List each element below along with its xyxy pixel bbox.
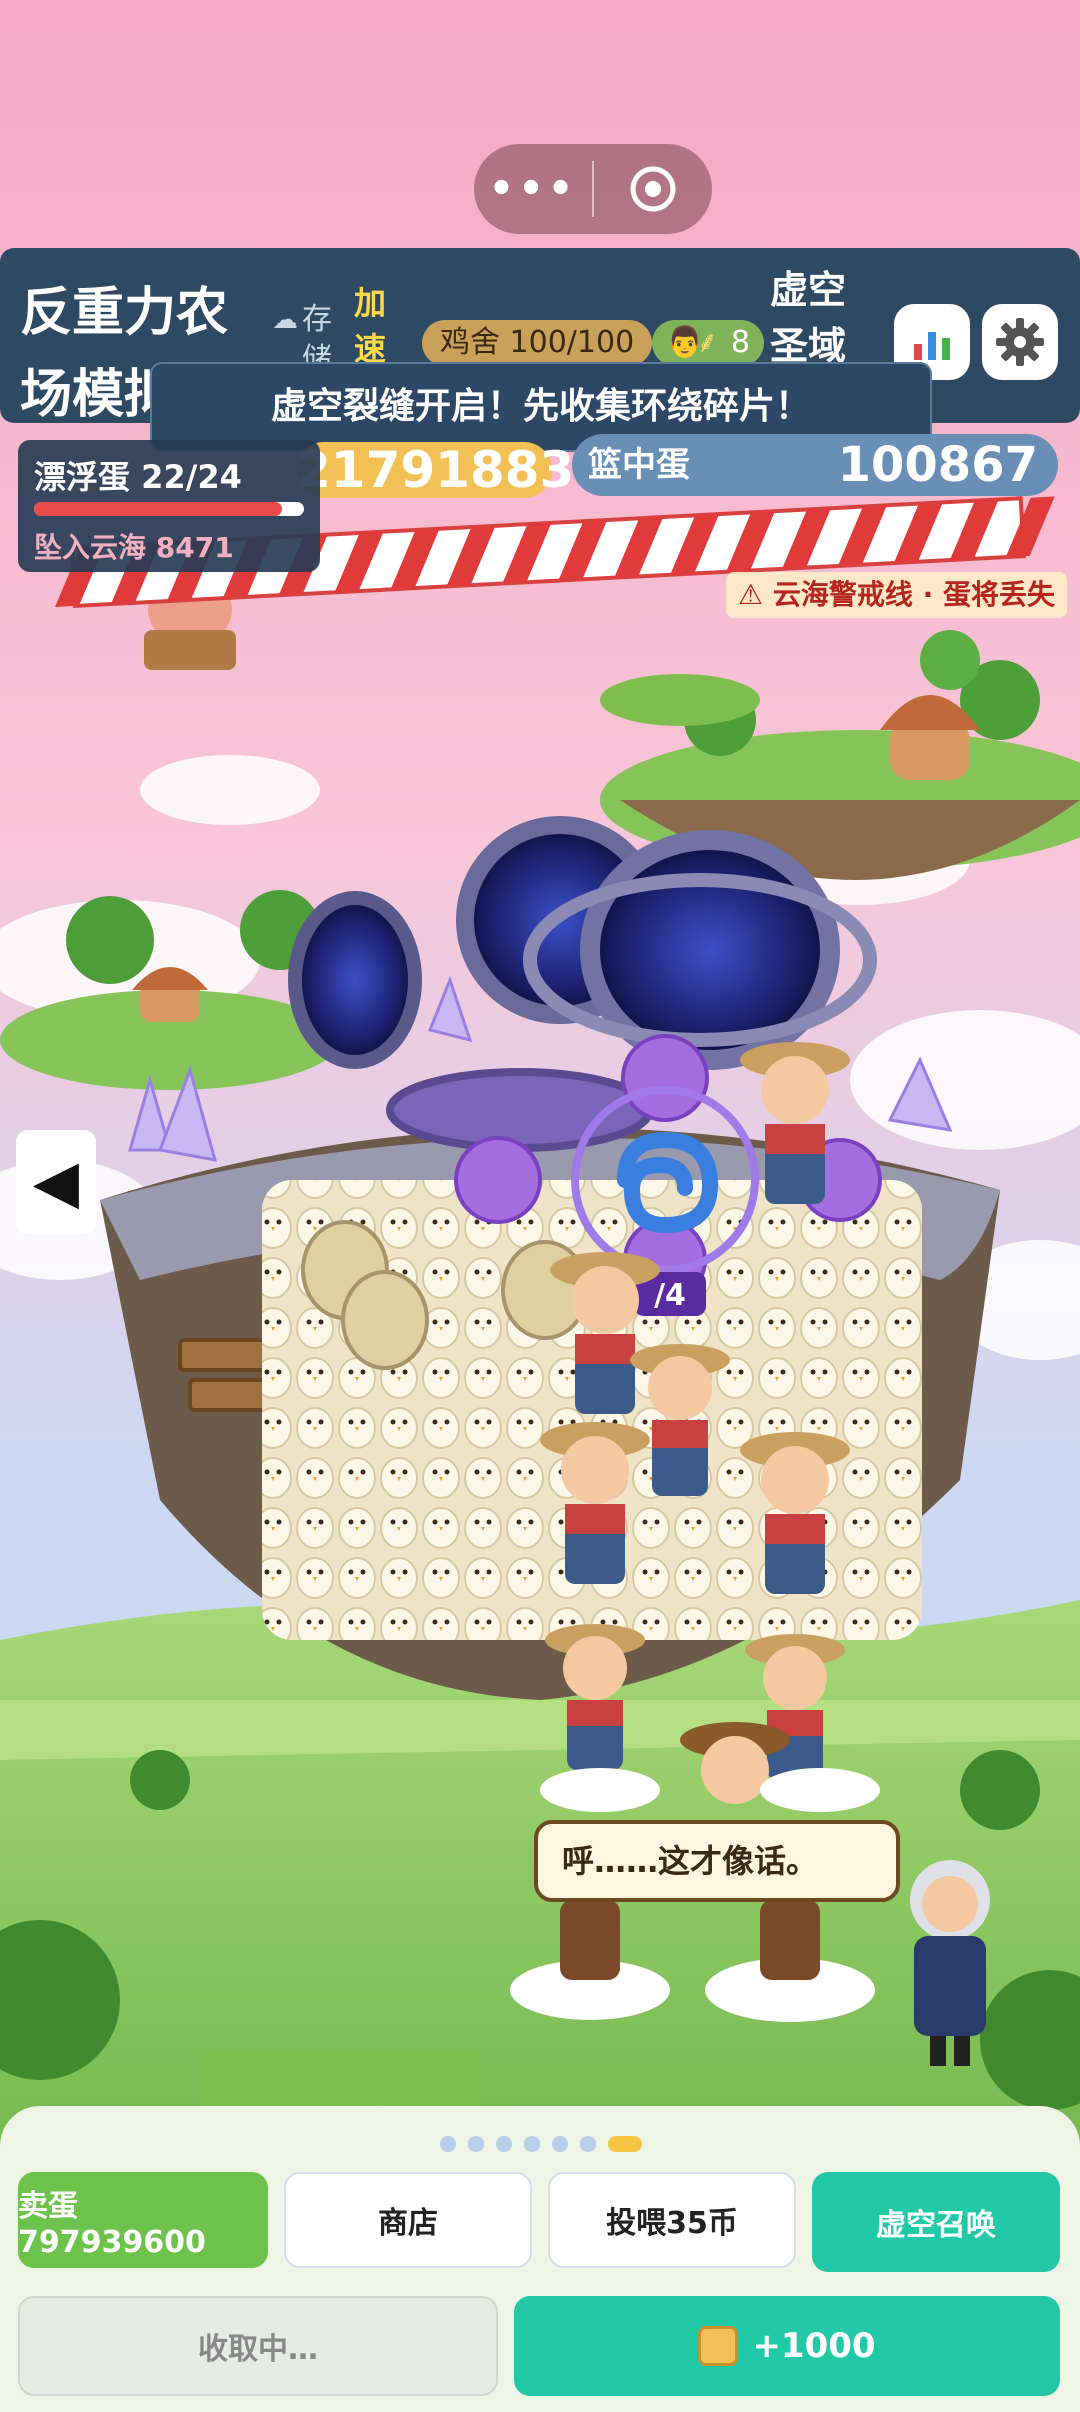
floating-egg-panel: 漂浮蛋 22/24 坠入云海 8471	[18, 440, 320, 572]
basket-value: 100867	[837, 437, 1038, 493]
feed-button[interactable]: 投喂35币	[548, 2172, 796, 2268]
sell-eggs-button[interactable]: 卖蛋 797939600	[18, 2172, 268, 2268]
void-summon-button[interactable]: 虚空召唤	[812, 2172, 1060, 2272]
cloud-icon: ☁	[272, 305, 298, 335]
warning-label: ⚠ 云海警戒线 · 蛋将丢失	[726, 572, 1067, 618]
page-dot[interactable]	[468, 2136, 484, 2152]
shop-button[interactable]: 商店	[284, 2172, 532, 2268]
collect-button[interactable]: 收取中…	[18, 2296, 498, 2396]
portal-counter: /4	[654, 1278, 686, 1313]
page-dot[interactable]	[580, 2136, 596, 2152]
page-dot[interactable]	[496, 2136, 512, 2152]
page-dot[interactable]	[440, 2136, 456, 2152]
warning-text: 云海警戒线 · 蛋将丢失	[772, 578, 1055, 611]
page-dot[interactable]	[524, 2136, 540, 2152]
close-button[interactable]	[594, 144, 712, 234]
record-icon	[630, 166, 676, 212]
basket-label: 篮中蛋	[588, 445, 690, 485]
miniprogram-capsule: •••	[474, 144, 712, 234]
wheat-icon: ⸙	[696, 325, 719, 360]
floating-egg-label: 漂浮蛋 22/24	[34, 458, 242, 496]
floating-egg-bar-fill	[34, 502, 282, 516]
floating-egg-bar	[34, 502, 304, 516]
warning-icon: ⚠	[738, 578, 764, 611]
page-dot[interactable]	[608, 2136, 642, 2152]
gear-icon	[996, 318, 1044, 366]
coin-balance: 217918830	[296, 441, 610, 499]
basket-panel: 篮中蛋 100867	[572, 434, 1058, 496]
coin-icon	[698, 2326, 739, 2366]
prev-scene-button[interactable]: ◀	[16, 1130, 96, 1234]
bonus-button[interactable]: +1000	[514, 2296, 1060, 2396]
speech-bubble: 呼……这才像话。	[534, 1820, 900, 1902]
page-dot[interactable]	[552, 2136, 568, 2152]
farmer-badge: 👨 ⸙ 8	[652, 320, 764, 366]
void-realm-label: 虚空圣域	[770, 268, 847, 368]
farmer-count: 8	[730, 325, 750, 360]
coop-badge: 鸡舍 100/100	[422, 320, 653, 366]
more-icon: •••	[488, 166, 578, 212]
left-arrow-icon: ◀	[32, 1147, 80, 1217]
bonus-label: +1000	[752, 2326, 876, 2366]
chart-icon	[914, 332, 950, 360]
settings-button[interactable]	[982, 304, 1058, 380]
page-dots	[440, 2136, 642, 2152]
fall-count: 坠入云海 8471	[34, 531, 234, 564]
more-button[interactable]: •••	[474, 144, 592, 234]
speed-label: 加速	[354, 284, 387, 368]
bottom-panel: 卖蛋 797939600 商店 投喂35币 虚空召唤 收取中… +1000	[0, 2106, 1080, 2412]
